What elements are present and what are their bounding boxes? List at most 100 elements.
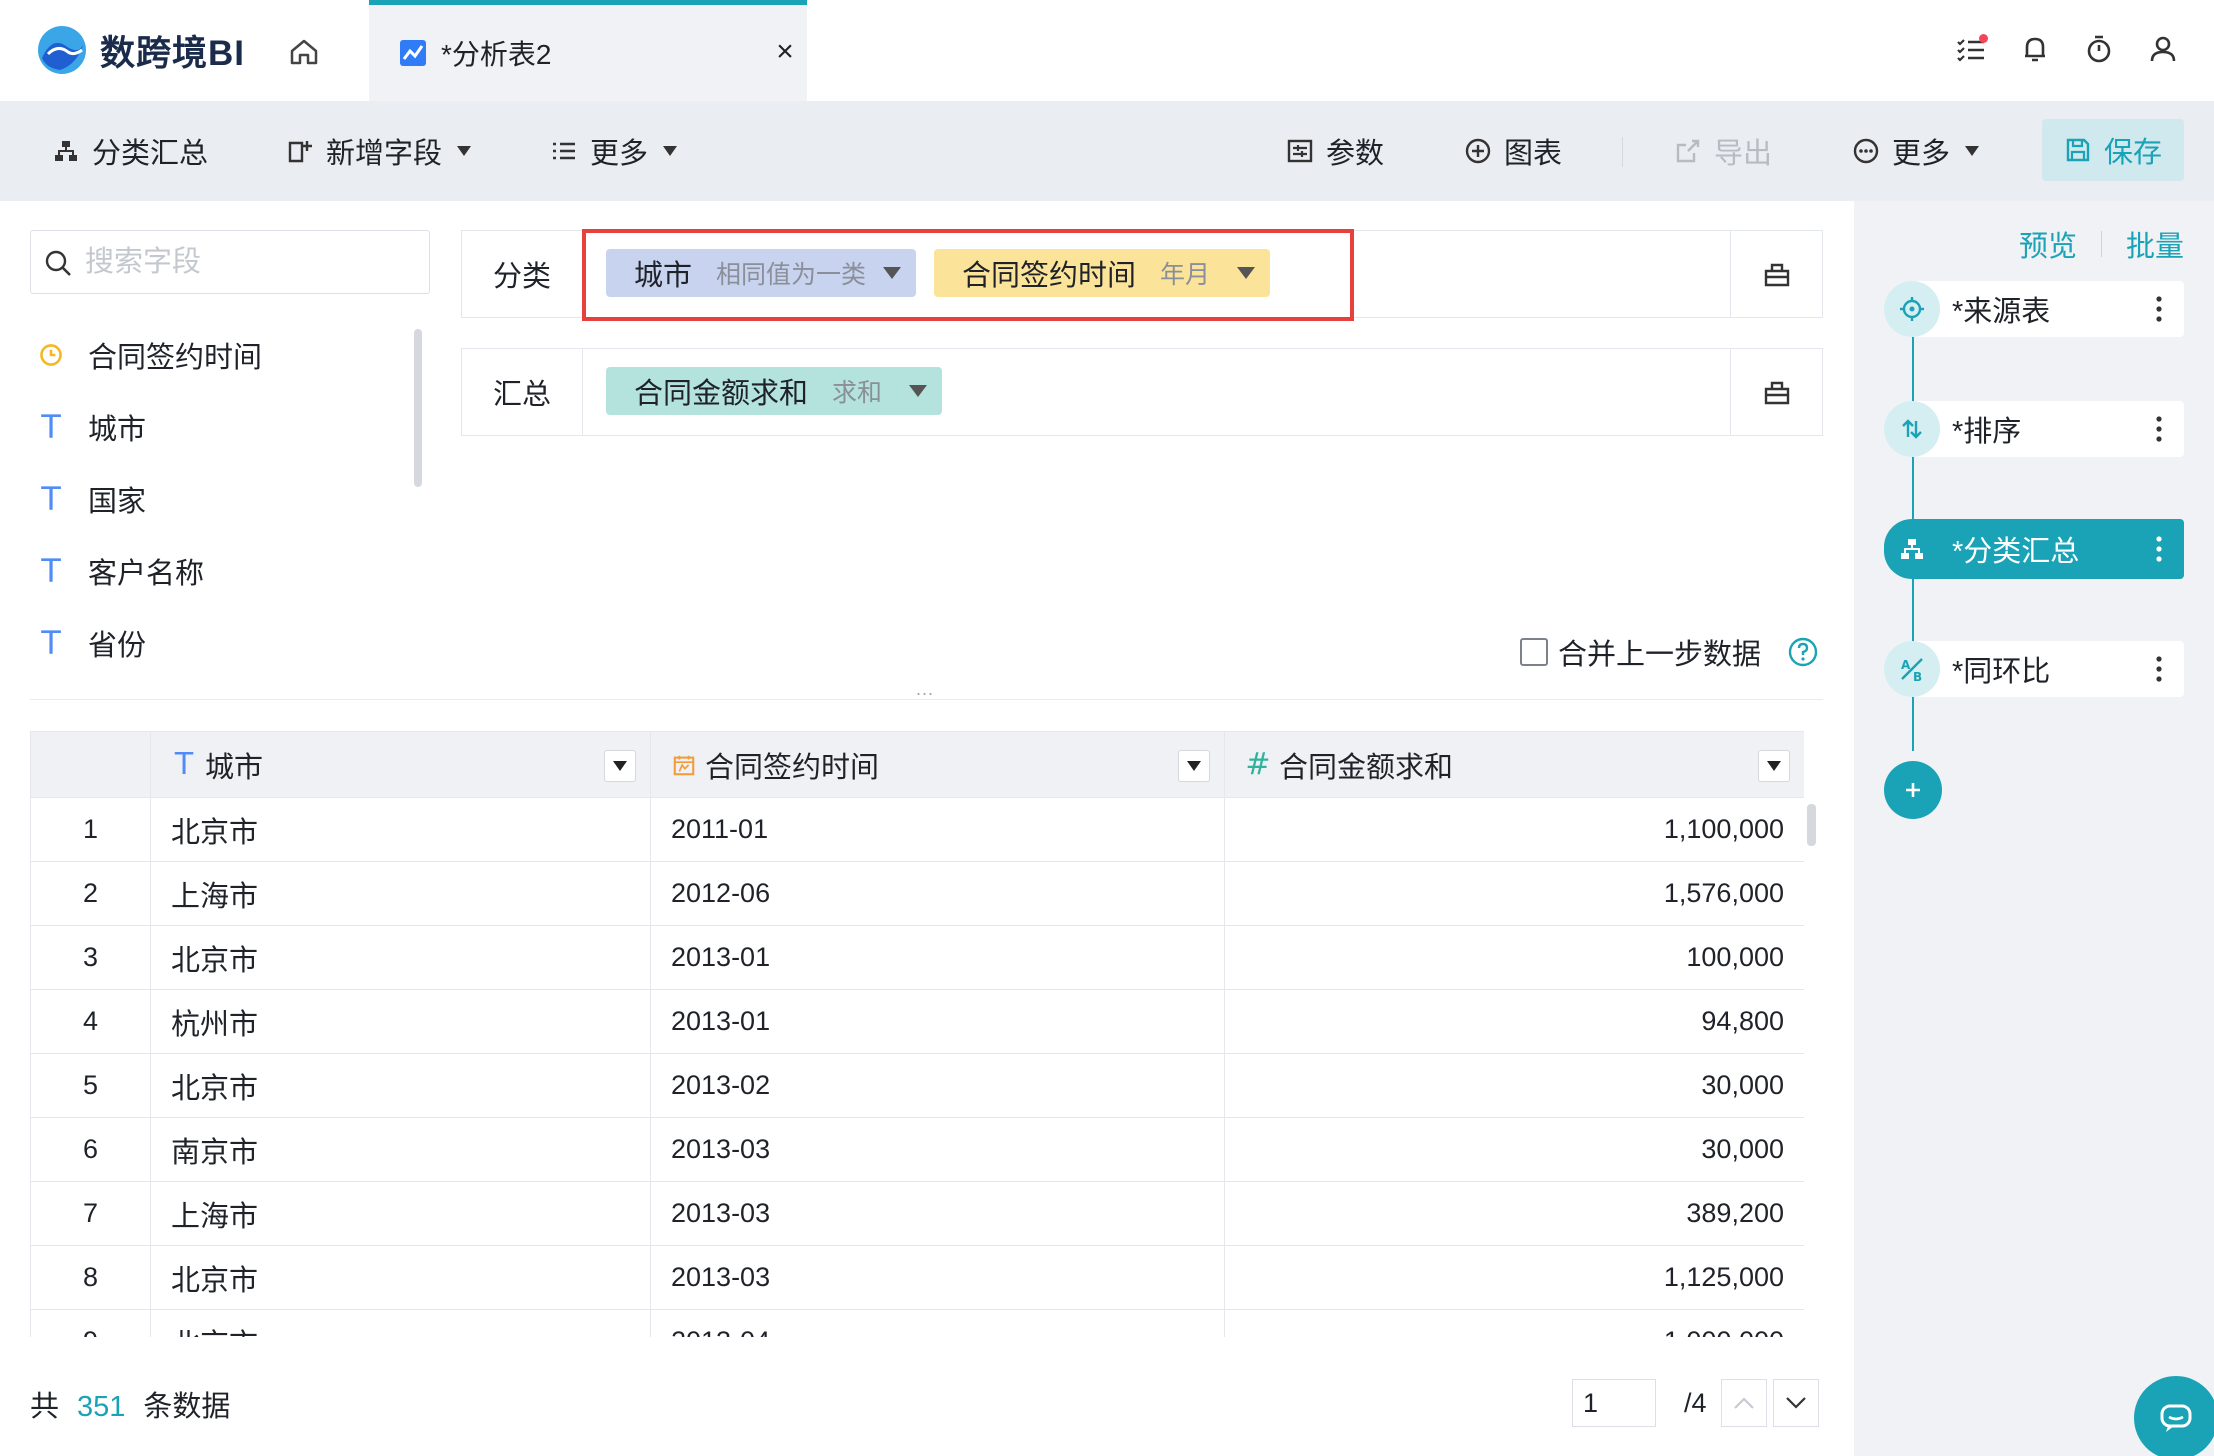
merge-checkbox[interactable] (1520, 638, 1548, 666)
chart-label: 图表 (1504, 138, 1563, 170)
step-sort[interactable]: *排序 (1884, 401, 2184, 457)
pagination: /4 (1572, 1379, 1819, 1427)
help-icon[interactable] (1787, 636, 1819, 668)
field-label: 国家 (88, 486, 147, 518)
column-menu-button[interactable] (1758, 750, 1790, 782)
text-type-icon: T (41, 624, 61, 662)
export-button[interactable]: 导出 (1674, 129, 1772, 173)
more-label-right: 更多 (1892, 138, 1951, 170)
clock-icon (36, 340, 66, 370)
prev-page-button[interactable] (1720, 1379, 1767, 1427)
step-label: *来源表 (1952, 296, 2051, 328)
row-index: 1 (30, 797, 151, 862)
step-source-table[interactable]: *来源表 (1884, 281, 2184, 337)
support-chat-button[interactable] (2134, 1376, 2214, 1456)
caret-down-icon (613, 761, 627, 771)
column-menu-button[interactable] (1178, 750, 1210, 782)
step-group-summary[interactable]: *分类汇总 (1884, 519, 2184, 579)
column-header-contract-time[interactable]: 合同签约时间 (650, 731, 1225, 798)
chart-button[interactable]: 图表 (1464, 129, 1562, 173)
caret-down-icon[interactable] (908, 384, 928, 398)
cell-amount: 1,000,000 (1224, 1309, 1804, 1337)
row-index: 5 (30, 1053, 151, 1118)
search-input[interactable] (85, 241, 415, 283)
cell-city: 北京市 (150, 797, 651, 862)
add-field-button[interactable]: 新增字段 (286, 129, 472, 173)
save-label: 保存 (2103, 137, 2162, 169)
cell-city: 北京市 (150, 1245, 651, 1310)
table-row[interactable]: 4 杭州市 2013-01 94,800 (30, 989, 1804, 1054)
group-summary-button[interactable]: 分类汇总 (52, 129, 208, 173)
table-scrollbar[interactable] (1807, 804, 1816, 846)
home-button[interactable] (284, 32, 324, 72)
column-menu-button[interactable] (604, 750, 636, 782)
classify-label: 分类 (462, 231, 583, 317)
list-icon (553, 142, 575, 160)
table-row[interactable]: 7 上海市 2013-03 389,200 (30, 1181, 1804, 1246)
summary-chip-amount[interactable]: 合同金额求和 求和 (606, 367, 942, 415)
cell-city: 北京市 (150, 925, 651, 990)
cell-contract-time: 2013-01 (650, 925, 1225, 990)
text-type-icon: T (41, 552, 61, 590)
table-row[interactable]: 9北京市2013-041,000,000 (30, 1309, 1804, 1337)
more-vertical-icon[interactable] (2156, 653, 2162, 685)
notification-button[interactable] (2018, 30, 2052, 68)
params-icon (1287, 139, 1313, 163)
app-logo[interactable]: 数跨境BI (36, 22, 245, 78)
user-button[interactable] (2146, 30, 2180, 68)
table-row[interactable]: 6 南京市 2013-03 30,000 (30, 1117, 1804, 1182)
save-button[interactable]: 保存 (2042, 119, 2184, 181)
cell-amount: 30,000 (1224, 1117, 1804, 1182)
table-row[interactable]: 2 上海市 2012-06 1,576,000 (30, 861, 1804, 926)
column-header-amount[interactable]: # 合同金额求和 (1224, 731, 1804, 798)
table-row[interactable]: 5 北京市 2013-02 30,000 (30, 1053, 1804, 1118)
more-button-right[interactable]: 更多 (1852, 129, 1980, 173)
params-label: 参数 (1326, 138, 1385, 170)
more-vertical-icon[interactable] (2156, 533, 2162, 565)
cell-city: 北京市 (150, 1053, 651, 1118)
section-divider (30, 699, 1823, 700)
task-list-button[interactable] (1954, 30, 1988, 68)
row-index: 3 (30, 925, 151, 990)
field-list-scrollbar[interactable] (414, 329, 422, 487)
cell-city: 杭州市 (150, 989, 651, 1054)
field-item-country[interactable]: T 国家 (36, 463, 396, 535)
cell-contract-time: 2013-03 (650, 1181, 1225, 1246)
table-row[interactable]: 1 北京市 2011-01 1,100,000 (30, 797, 1804, 862)
row-index: 6 (30, 1117, 151, 1182)
clear-icon (1764, 381, 1789, 405)
resize-handle[interactable]: ... (916, 679, 934, 700)
close-icon[interactable]: × (771, 35, 799, 69)
column-header-city[interactable]: T 城市 (150, 731, 651, 798)
params-button[interactable]: 参数 (1286, 129, 1384, 173)
logo-icon (38, 26, 86, 74)
field-item-customer[interactable]: T 客户名称 (36, 535, 396, 607)
add-step-button[interactable] (1884, 761, 1942, 819)
step-period-comparison[interactable]: AB *同环比 (1884, 641, 2184, 697)
more-vertical-icon[interactable] (2156, 413, 2162, 445)
batch-link[interactable]: 批量 (2126, 223, 2184, 265)
steps-panel-links: 预览 批量 (2019, 223, 2184, 265)
page-input[interactable] (1572, 1379, 1656, 1427)
table-row[interactable]: 8 北京市 2013-03 1,125,000 (30, 1245, 1804, 1310)
more-vertical-icon[interactable] (2156, 293, 2162, 325)
field-item-province[interactable]: T 省份 (36, 607, 396, 679)
timer-button[interactable] (2082, 30, 2116, 68)
cell-contract-time: 2013-02 (650, 1053, 1225, 1118)
cell-amount: 94,800 (1224, 989, 1804, 1054)
next-page-button[interactable] (1772, 1379, 1819, 1427)
cell-contract-time: 2013-03 (650, 1117, 1225, 1182)
clear-classify-button[interactable] (1730, 231, 1822, 317)
plus-circle-icon (1465, 138, 1491, 164)
table-row[interactable]: 3 北京市 2013-01 100,000 (30, 925, 1804, 990)
field-search[interactable] (30, 230, 430, 294)
summary-drop-zone[interactable]: 汇总 合同金额求和 求和 (461, 348, 1823, 436)
more-button-left[interactable]: 更多 (550, 129, 678, 173)
clear-summary-button[interactable] (1730, 349, 1822, 435)
table-header-row: T 城市 合同签约时间 # 合同金额求和 (30, 731, 1804, 798)
tab-analysis-table[interactable]: *分析表2 × (369, 0, 807, 101)
steps-panel: 预览 批量 *来源表 *排序 *分类汇总 AB *同环比 (1854, 201, 2214, 1456)
preview-link[interactable]: 预览 (2019, 223, 2077, 265)
field-item-contract-time[interactable]: 合同签约时间 (36, 319, 396, 391)
field-item-city[interactable]: T 城市 (36, 391, 396, 463)
